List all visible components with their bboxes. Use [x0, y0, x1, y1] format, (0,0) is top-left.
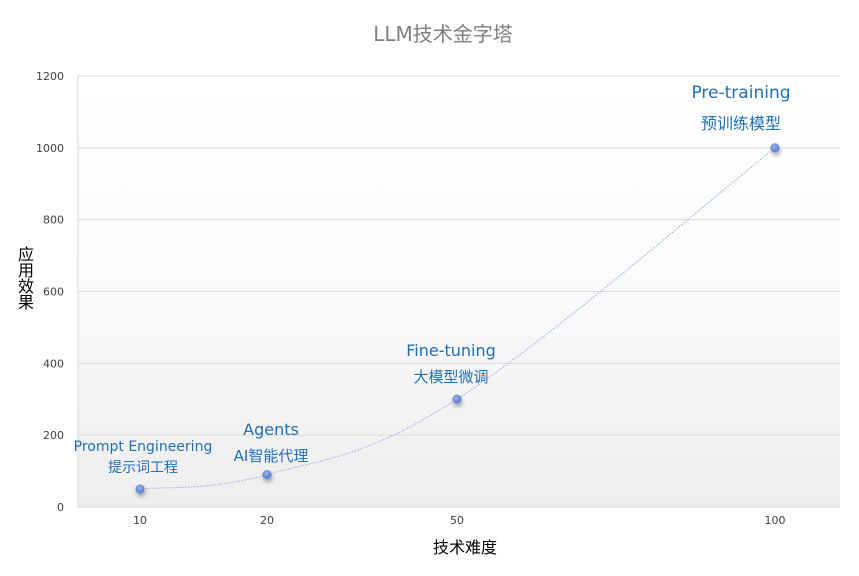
chart-svg: 0 200 400 600 800 1000 1200 10 20 50 100 Prompt E…	[18, 22, 840, 557]
x-axis-ticks: 10 20 50 100	[133, 514, 786, 527]
y-tick-label: 0	[57, 501, 64, 514]
chart-container: 0 200 400 600 800 1000 1200 10 20 50 100 Prompt E…	[0, 0, 859, 576]
data-point-marker	[770, 143, 780, 153]
y-tick-label: 600	[43, 286, 64, 299]
point-label-en: Agents	[243, 420, 299, 439]
chart-title: LLM技术金字塔	[373, 22, 513, 46]
y-tick-label: 1000	[36, 142, 64, 155]
x-tick-label: 100	[765, 514, 786, 527]
point-label-zh: 预训练模型	[701, 114, 781, 133]
y-tick-label: 200	[43, 429, 64, 442]
y-tick-label: 800	[43, 214, 64, 227]
x-tick-label: 50	[450, 514, 464, 527]
point-label-zh: 提示词工程	[108, 460, 178, 476]
y-tick-label: 400	[43, 357, 64, 370]
point-label-en: Fine-tuning	[406, 341, 496, 360]
point-label-en: Pre-training	[691, 83, 790, 103]
y-tick-label: 1200	[36, 70, 64, 83]
data-point-marker	[452, 394, 462, 404]
y-axis-ticks: 0 200 400 600 800 1000 1200	[36, 70, 64, 514]
point-label-zh: AI智能代理	[234, 447, 309, 465]
x-tick-label: 10	[133, 514, 147, 527]
y-axis-title: 应用效果	[18, 245, 34, 312]
y-axis-title-char: 果	[18, 293, 34, 312]
x-axis-title: 技术难度	[433, 538, 497, 557]
x-tick-label: 20	[260, 514, 274, 527]
data-point-marker	[135, 484, 145, 494]
point-label-en: Prompt Engineering	[74, 439, 213, 455]
data-point-marker	[262, 470, 272, 480]
point-label-zh: 大模型微调	[413, 368, 488, 386]
